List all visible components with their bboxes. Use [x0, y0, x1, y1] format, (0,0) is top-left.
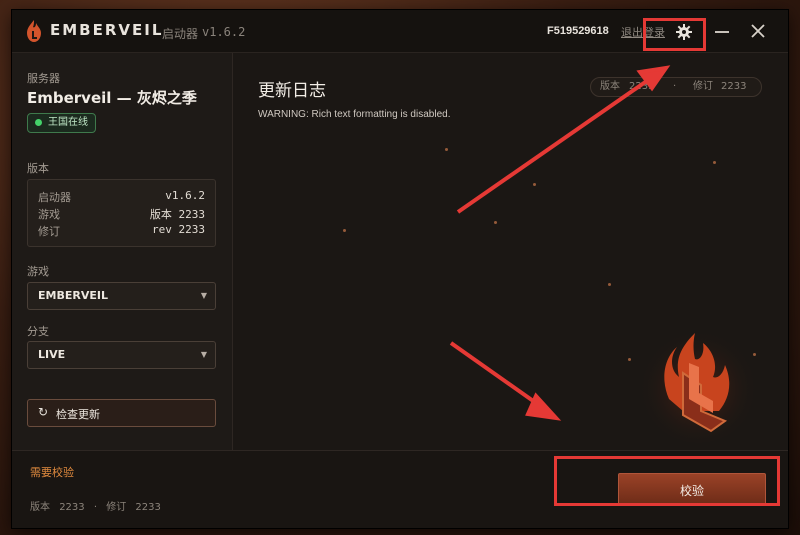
pill-version-value: 2233: [629, 81, 655, 92]
ember-logo-icon: [27, 20, 41, 42]
changelog-panel: 更新日志 版本 2233 · 修订 2233 WARNING: Rich tex…: [233, 53, 788, 450]
ember-particle: [608, 283, 611, 286]
check-update-button[interactable]: ↻ 检查更新: [27, 399, 216, 427]
ember-emblem-icon: [638, 323, 758, 443]
version-row-value: 版本 2233: [149, 208, 205, 221]
bottom-version-info: 版本 2233 · 修订 2233: [30, 498, 167, 513]
version-box: 启动器 v1.6.2 游戏 版本 2233 修订 rev 2233: [27, 179, 216, 247]
settings-highlight-box: [643, 18, 706, 51]
version-row: 游戏 版本 2233: [38, 206, 205, 222]
refresh-icon: ↻: [38, 405, 49, 419]
ember-particle: [445, 148, 448, 151]
app-name: EMBERVEIL: [50, 21, 164, 39]
game-label: 游戏: [27, 265, 49, 278]
game-select-value: EMBERVEIL: [38, 289, 108, 302]
version-label: 版本: [27, 162, 49, 175]
need-verify-status: 需要校验: [30, 466, 74, 479]
version-row-value: rev 2233: [152, 223, 205, 236]
ember-particle: [343, 229, 346, 232]
version-pill: 版本 2233 · 修订 2233: [590, 77, 762, 97]
user-id: F519529618: [547, 25, 609, 37]
pill-revision-label: 修订: [693, 81, 713, 92]
sidebar: 服务器 Emberveil — 灰烬之季 王国在线 版本 启动器 v1.6.2 …: [12, 53, 233, 450]
launcher-window: EMBERVEIL 启动器 v1.6.2 F519529618 退出登录 服务器…: [12, 10, 788, 528]
close-icon[interactable]: [750, 23, 766, 39]
ember-particle: [713, 161, 716, 164]
page-title: 更新日志: [258, 81, 326, 101]
pill-version-label: 版本: [600, 81, 620, 92]
minimize-button[interactable]: [715, 31, 729, 33]
branch-select-value: LIVE: [38, 348, 66, 361]
version-row-name: 游戏: [38, 208, 60, 221]
check-update-label: 检查更新: [56, 408, 100, 421]
bottom-separator: ·: [93, 502, 98, 513]
status-badge: 王国在线: [27, 113, 96, 133]
warning-text: WARNING: Rich text formatting is disable…: [258, 109, 451, 120]
version-row: 修订 rev 2233: [38, 223, 205, 239]
ember-particle: [628, 358, 631, 361]
online-dot-icon: [35, 119, 42, 126]
version-row-name: 启动器: [38, 191, 71, 204]
pill-separator: ·: [673, 81, 677, 92]
chevron-down-icon: ▼: [200, 291, 207, 300]
version-row-name: 修订: [38, 225, 60, 238]
bottom-revision-label: 修订: [106, 502, 127, 513]
bottom-version-label: 版本: [30, 502, 50, 513]
status-text: 王国在线: [48, 117, 88, 128]
game-select[interactable]: EMBERVEIL ▼: [27, 282, 216, 310]
server-label: 服务器: [27, 72, 60, 85]
version-row-value: v1.6.2: [165, 189, 205, 202]
ember-particle: [494, 221, 497, 224]
chevron-down-icon: ▼: [200, 350, 207, 359]
app-subtitle: 启动器: [162, 27, 199, 41]
branch-label: 分支: [27, 325, 49, 338]
bottom-revision-value: 2233: [135, 502, 161, 513]
version-row: 启动器 v1.6.2: [38, 189, 205, 205]
verify-highlight-box: [554, 456, 780, 506]
bottom-version-value: 2233: [59, 502, 85, 513]
branch-select[interactable]: LIVE ▼: [27, 341, 216, 369]
server-name: Emberveil — 灰烬之季: [27, 89, 197, 107]
pill-revision-value: 2233: [721, 81, 747, 92]
app-version: v1.6.2: [202, 25, 246, 39]
ember-particle: [533, 183, 536, 186]
